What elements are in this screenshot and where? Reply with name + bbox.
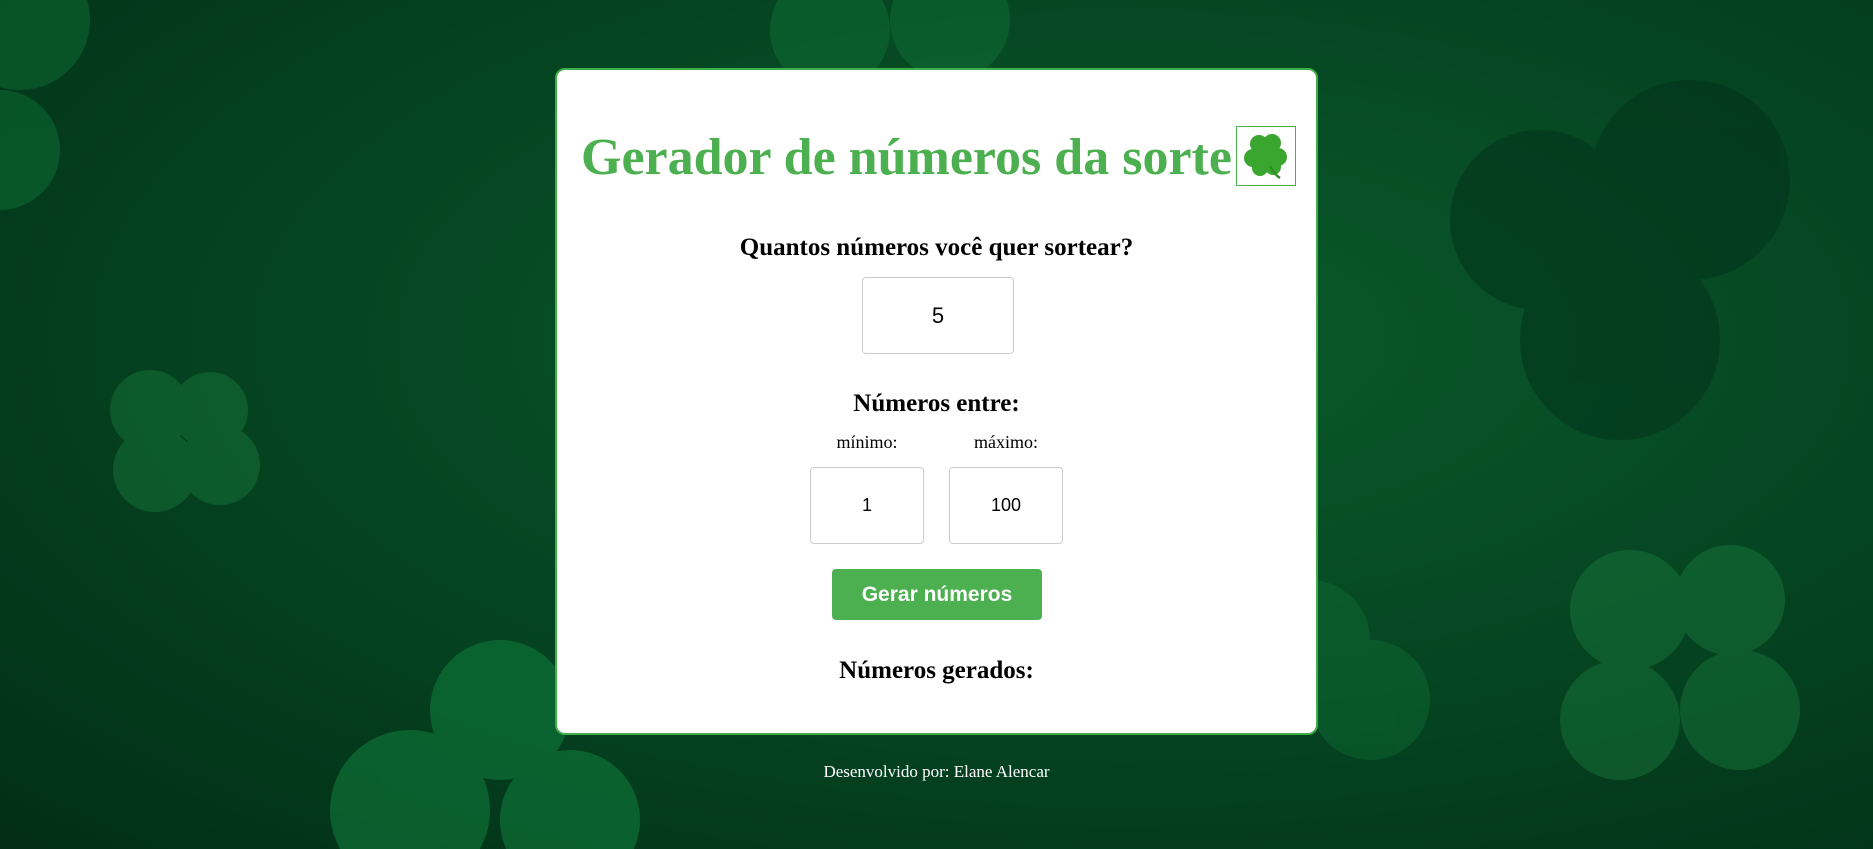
- page-title: Gerador de números da sorte: [581, 129, 1232, 186]
- min-label: mínimo:: [836, 432, 898, 452]
- title-row: Gerador de números da sorte: [581, 126, 1296, 190]
- footer-credit: Desenvolvido por: Elane Alencar: [823, 762, 1050, 781]
- count-question-label: Quantos números você quer sortear?: [739, 234, 1134, 261]
- count-input[interactable]: [862, 277, 1014, 354]
- range-heading: Números entre:: [853, 390, 1020, 417]
- background-clover-icon: [0, 0, 90, 210]
- min-input[interactable]: [810, 467, 924, 544]
- max-label: máximo:: [974, 432, 1038, 452]
- max-input[interactable]: [949, 467, 1063, 544]
- generator-card: Gerador de números da sorte Quantos núme…: [555, 68, 1318, 735]
- generated-numbers-heading: Números gerados:: [839, 657, 1034, 684]
- four-leaf-clover-icon: [1236, 126, 1296, 186]
- background-clover-icon: [1450, 80, 1790, 440]
- background-clover-icon: [110, 370, 260, 512]
- generate-numbers-button[interactable]: Gerar números: [832, 569, 1042, 620]
